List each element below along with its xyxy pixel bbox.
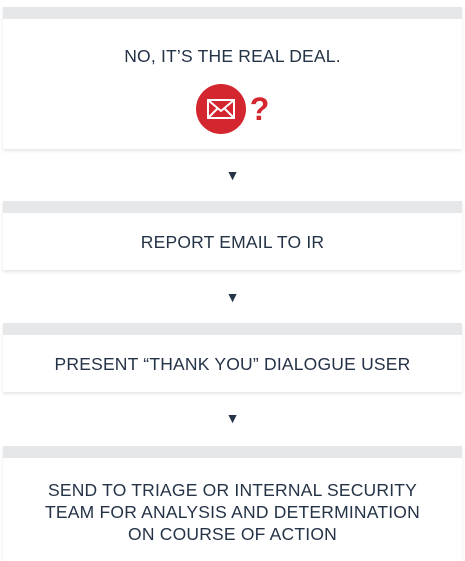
envelope-icon [195,84,246,134]
question-mark-icon: ? [249,91,270,127]
step-card-4: SEND TO TRIAGE OR INTERNAL SECURITY TEAM… [3,446,462,561]
step-label-4-line-3: ON COURSE OF ACTION [128,523,337,544]
step-label-4-line-2: TEAM FOR ANALYSIS AND DETERMINATION [45,501,420,522]
step-label-2: REPORT EMAIL TO IR [140,231,325,252]
step-label-3: PRESENT “THANK YOU” DIALOGUE USER [54,353,411,374]
step-label-1: NO, IT’S THE REAL DEAL. [124,46,341,66]
down-arrow-icon: ▼ [225,167,240,183]
step-label-4-line-1: SEND TO TRIAGE OR INTERNAL SECURITY [47,479,418,500]
down-arrow-icon: ▼ [225,289,240,305]
step-card-3: PRESENT “THANK YOU” DIALOGUE USER [3,323,462,392]
down-arrow-icon: ▼ [225,410,240,426]
step-card-2: REPORT EMAIL TO IR [3,201,462,270]
email-question-icon-group: ? [195,84,270,134]
step-card-1: NO, IT’S THE REAL DEAL. ? [3,7,462,149]
